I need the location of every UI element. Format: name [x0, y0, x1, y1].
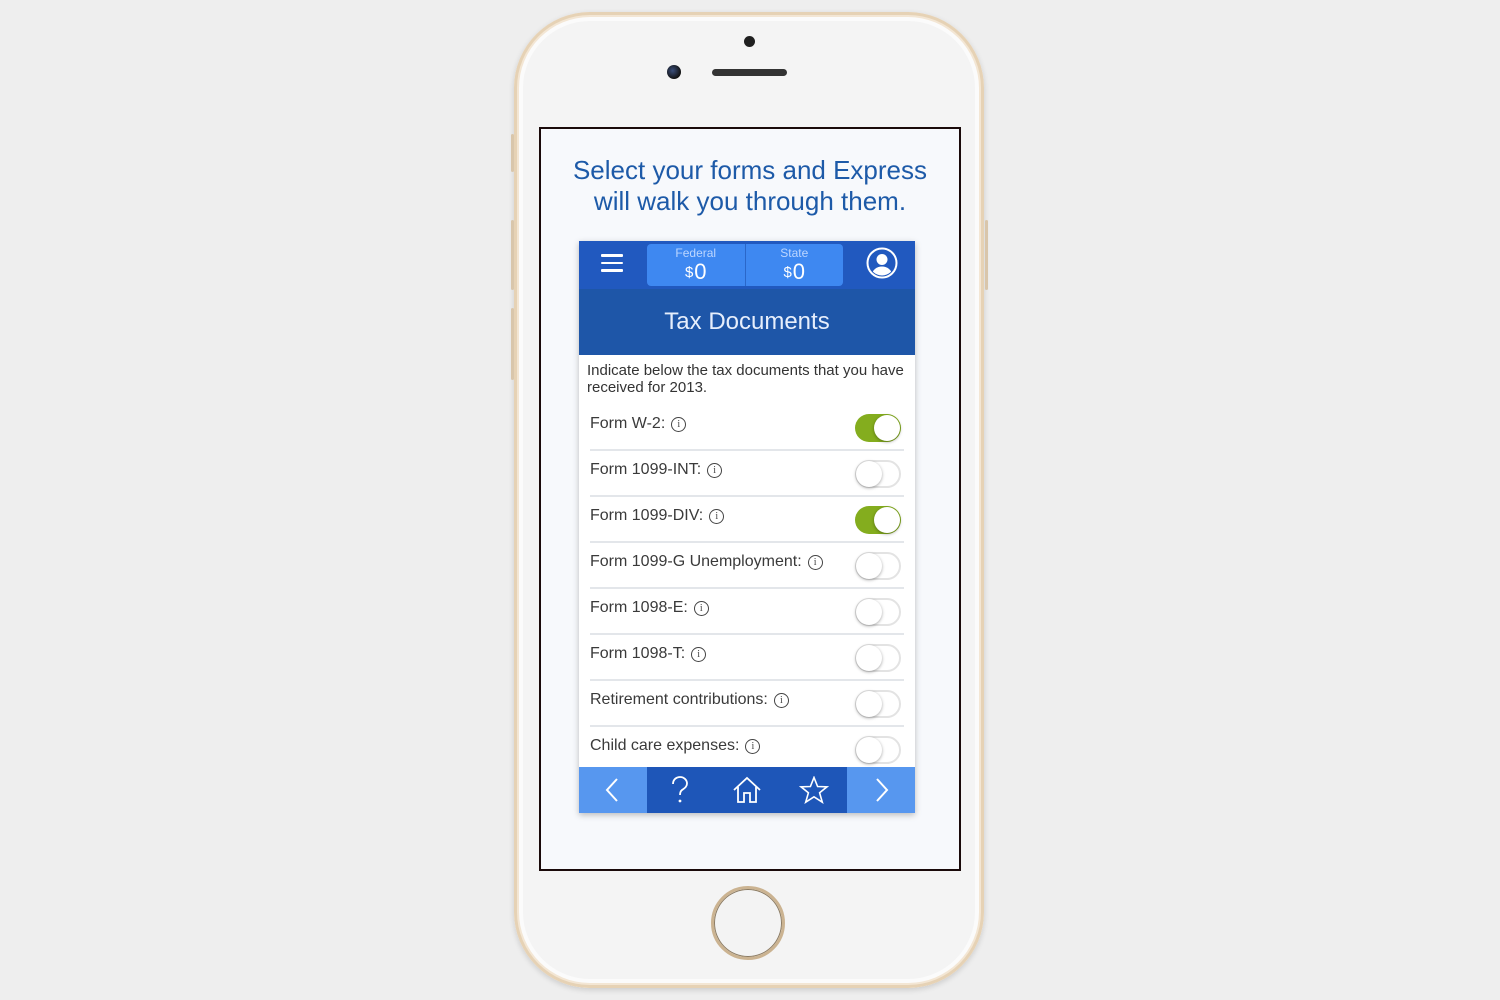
home-nav-button[interactable] — [714, 767, 781, 813]
form-label-text: Form 1099-G Unemployment: — [590, 553, 802, 570]
form-label: Form 1098-E: i — [590, 599, 709, 617]
front-camera — [667, 65, 681, 79]
chevron-left-icon — [605, 778, 618, 802]
app-screenshot: Federal $0 State $0 Tax Documents Indica… — [579, 241, 915, 813]
info-icon[interactable]: i — [807, 554, 823, 570]
info-icon[interactable]: i — [671, 416, 687, 432]
proximity-sensor — [744, 36, 755, 47]
federal-amount[interactable]: Federal $0 — [647, 244, 745, 286]
toggle-knob — [856, 691, 882, 717]
headline-line-2: will walk you through them. — [593, 186, 907, 216]
form-toggle[interactable] — [855, 598, 901, 626]
info-icon[interactable]: i — [709, 508, 725, 524]
home-icon — [733, 776, 761, 803]
form-toggle[interactable] — [855, 414, 901, 442]
mute-switch — [511, 134, 514, 172]
info-icon[interactable]: i — [707, 462, 723, 478]
form-toggle[interactable] — [855, 690, 901, 718]
form-toggle[interactable] — [855, 460, 901, 488]
form-row: Form 1098-E: i — [590, 589, 904, 635]
info-icon[interactable]: i — [745, 738, 761, 754]
form-row: Form 1099-G Unemployment: i — [590, 543, 904, 589]
form-row: Form 1099-INT: i — [590, 451, 904, 497]
favorites-button[interactable] — [780, 767, 847, 813]
question-mark-icon — [672, 776, 689, 803]
form-row: Form 1098-T: i — [590, 635, 904, 681]
volume-down-button — [511, 308, 514, 380]
form-label-text: Form 1099-INT: — [590, 461, 702, 478]
toggle-knob — [856, 737, 882, 763]
tax-form-list: Form W-2: i Form 1099-INT: i Form 1099-DIV: i… — [590, 405, 904, 773]
form-label: Child care expenses: i — [590, 737, 761, 755]
chevron-right-icon — [876, 778, 889, 802]
headline-line-1: Select your forms and Express — [572, 155, 928, 185]
state-value: $0 — [783, 259, 806, 284]
star-icon — [798, 776, 829, 804]
form-toggle[interactable] — [855, 736, 901, 764]
federal-value: $0 — [684, 259, 707, 284]
form-toggle[interactable] — [855, 552, 901, 580]
hamburger-menu-icon[interactable] — [601, 254, 623, 274]
form-label: Form 1099-DIV: i — [590, 507, 725, 525]
form-label: Form W-2: i — [590, 415, 687, 433]
form-row: Retirement contributions: i — [590, 681, 904, 727]
state-amount[interactable]: State $0 — [744, 244, 844, 286]
info-icon[interactable]: i — [773, 692, 789, 708]
form-label-text: Form 1098-T: — [590, 645, 686, 662]
form-label: Retirement contributions: i — [590, 691, 789, 709]
bottom-nav — [579, 767, 915, 813]
form-label: Form 1099-G Unemployment: i — [590, 553, 823, 571]
earpiece-speaker — [712, 69, 787, 76]
form-label-text: Form W-2: — [590, 415, 666, 432]
form-label: Form 1099-INT: i — [590, 461, 723, 479]
form-label-text: Retirement contributions: — [590, 691, 768, 708]
toggle-knob — [856, 553, 882, 579]
refund-summary: Federal $0 State $0 — [647, 244, 843, 286]
toggle-knob — [856, 645, 882, 671]
user-avatar-icon[interactable] — [866, 247, 898, 279]
back-button[interactable] — [579, 767, 647, 813]
form-toggle[interactable] — [855, 644, 901, 672]
state-label: State — [780, 246, 809, 260]
toggle-knob — [874, 415, 900, 441]
headline: Select your forms and Express will walk … — [541, 155, 959, 217]
info-icon[interactable]: i — [691, 646, 707, 662]
intro-text: Indicate below the tax documents that yo… — [587, 362, 904, 396]
next-button[interactable] — [847, 767, 915, 813]
form-row: Form W-2: i — [590, 405, 904, 451]
toggle-knob — [856, 461, 882, 487]
form-label-text: Child care expenses: — [590, 737, 740, 754]
home-button[interactable] — [711, 886, 785, 960]
form-label-text: Form 1099-DIV: — [590, 507, 704, 524]
form-toggle[interactable] — [855, 506, 901, 534]
top-bar: Federal $0 State $0 — [579, 241, 915, 289]
volume-up-button — [511, 220, 514, 290]
toggle-knob — [856, 599, 882, 625]
info-icon[interactable]: i — [693, 600, 709, 616]
help-button[interactable] — [647, 767, 714, 813]
form-label: Form 1098-T: i — [590, 645, 707, 663]
federal-label: Federal — [675, 246, 717, 260]
toggle-knob — [874, 507, 900, 533]
page-title: Tax Documents — [579, 289, 915, 355]
power-button — [985, 220, 988, 290]
form-label-text: Form 1098-E: — [590, 599, 688, 616]
form-row: Form 1099-DIV: i — [590, 497, 904, 543]
